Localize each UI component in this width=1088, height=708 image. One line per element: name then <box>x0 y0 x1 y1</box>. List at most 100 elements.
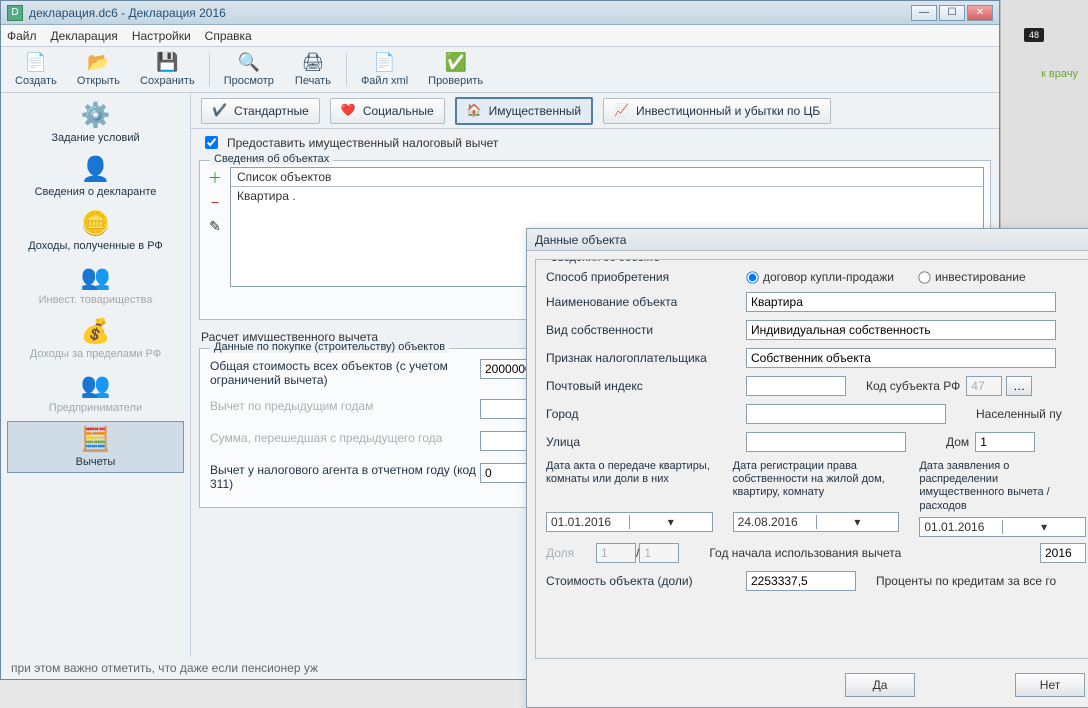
toolbar-preview[interactable]: 🔍 Просмотр <box>214 49 284 90</box>
date-app-field[interactable]: 01.01.2016 ▾ <box>919 517 1086 537</box>
chevron-down-icon[interactable]: ▾ <box>816 515 899 529</box>
person-icon: 👤 <box>81 158 111 182</box>
coins-icon: 🪙 <box>81 212 111 236</box>
chevron-down-icon[interactable]: ▾ <box>629 515 712 529</box>
menu-settings[interactable]: Настройки <box>132 29 191 43</box>
regioncode-label: Код субъекта РФ <box>866 379 960 393</box>
standard-icon: ✔️ <box>212 103 228 119</box>
obj-name-input[interactable] <box>746 292 1056 312</box>
prev-years-label: Вычет по предыдущим годам <box>210 399 480 413</box>
acq-radio-invest[interactable]: инвестирование <box>918 270 1026 284</box>
entrepreneurs-icon: 👥 <box>81 374 111 398</box>
house-label: Дом <box>946 435 969 449</box>
menu-file[interactable]: Файл <box>7 29 37 43</box>
nav-income-foreign: 💰 Доходы за пределами РФ <box>7 313 185 365</box>
cost-input[interactable] <box>746 571 856 591</box>
tab-property[interactable]: 🏠 Имущественный <box>455 97 593 125</box>
conditions-icon: ⚙️ <box>81 104 111 128</box>
window-title: декларация.dc6 - Декларация 2016 <box>29 6 226 20</box>
menubar: Файл Декларация Настройки Справка <box>1 25 999 47</box>
dialog-yes-button[interactable]: Да <box>845 673 915 697</box>
dialog-no-button[interactable]: Нет <box>1015 673 1085 697</box>
date-reg-caption: Дата регистрации права собственности на … <box>733 460 900 508</box>
street-label: Улица <box>546 435 746 449</box>
toolbar-check[interactable]: ✅ Проверить <box>418 49 493 90</box>
remove-object-icon[interactable]: − <box>206 193 224 211</box>
preview-icon: 🔍 <box>238 52 260 73</box>
save-icon: 💾 <box>156 52 178 73</box>
edit-object-icon[interactable]: ✎ <box>206 217 224 235</box>
toolbar-print[interactable]: 🖨 Печать <box>284 49 342 90</box>
investment-icon: 📈 <box>614 103 630 119</box>
taxpayer-input[interactable] <box>746 348 1056 368</box>
share-d-input <box>639 543 679 563</box>
social-icon: ❤️ <box>341 103 357 119</box>
provide-deduction-checkbox[interactable] <box>205 136 218 149</box>
postcode-label: Почтовый индекс <box>546 379 746 393</box>
deductions-icon: 🧮 <box>81 428 111 452</box>
add-object-icon[interactable]: ＋ <box>206 169 224 187</box>
tab-investment[interactable]: 📈 Инвестиционный и убытки по ЦБ <box>603 98 831 124</box>
bg-text: к врачу <box>1041 68 1078 80</box>
menu-help[interactable]: Справка <box>205 29 252 43</box>
date-reg-field[interactable]: 24.08.2016 ▾ <box>733 512 900 532</box>
sidebar: ⚙️ Задание условий 👤 Сведения о декларан… <box>1 93 191 657</box>
regioncode-lookup-button[interactable]: … <box>1006 376 1032 396</box>
invest-icon: 👥 <box>81 266 111 290</box>
date-act-field[interactable]: 01.01.2016 ▾ <box>546 512 713 532</box>
provide-deduction-label: Предоставить имущественный налоговый выч… <box>227 136 498 150</box>
tab-social[interactable]: ❤️ Социальные <box>330 98 445 124</box>
house-icon: 🏠 <box>467 103 483 119</box>
locality-label: Населенный пу <box>976 407 1062 421</box>
date-act-caption: Дата акта о передаче квартиры, комнаты и… <box>546 460 713 508</box>
nav-declarant[interactable]: 👤 Сведения о декларанте <box>7 151 185 203</box>
carry-over-label: Сумма, перешедшая с предыдущего года <box>210 431 480 445</box>
ownership-input[interactable] <box>746 320 1056 340</box>
house-input[interactable] <box>975 432 1035 452</box>
toolbar: 📄 Создать 📂 Открыть 💾 Сохранить 🔍 Просмо… <box>1 47 999 93</box>
toolbar-open[interactable]: 📂 Открыть <box>67 49 130 90</box>
notification-badge: 48 <box>1024 28 1044 42</box>
acq-radio-purchase[interactable]: договор купли-продажи <box>746 270 894 284</box>
street-input[interactable] <box>746 432 906 452</box>
objects-list-header: Список объектов <box>231 168 983 187</box>
objects-legend: Сведения об объектах <box>210 153 333 165</box>
acq-label: Способ приобретения <box>546 270 746 284</box>
objects-list-row[interactable]: Квартира . <box>231 187 983 205</box>
percent-label: Проценты по кредитам за все го <box>876 574 1056 588</box>
tab-standard[interactable]: ✔️ Стандартные <box>201 98 320 124</box>
nav-conditions[interactable]: ⚙️ Задание условий <box>7 97 185 149</box>
city-label: Город <box>546 407 746 421</box>
new-file-icon: 📄 <box>25 52 47 73</box>
maximize-button[interactable]: ☐ <box>939 5 965 21</box>
year-start-input[interactable] <box>1040 543 1086 563</box>
nav-income-rf[interactable]: 🪙 Доходы, полученные в РФ <box>7 205 185 257</box>
date-app-caption: Дата заявления о распределении имуществе… <box>919 460 1086 513</box>
foreign-icon: 💰 <box>81 320 111 344</box>
dialog-title: Данные объекта <box>527 229 1088 251</box>
city-input[interactable] <box>746 404 946 424</box>
toolbar-save[interactable]: 💾 Сохранить <box>130 49 205 90</box>
titlebar: D декларация.dc6 - Декларация 2016 — ☐ ✕ <box>1 1 999 25</box>
year-start-label: Год начала использования вычета <box>709 546 901 560</box>
app-icon: D <box>7 5 23 21</box>
total-cost-label: Общая стоимость всех объектов (с учетом … <box>210 359 480 387</box>
print-icon: 🖨 <box>302 52 325 73</box>
ownership-label: Вид собственности <box>546 323 746 337</box>
calc-legend: Данные по покупке (строительству) объект… <box>210 341 449 353</box>
close-button[interactable]: ✕ <box>967 5 993 21</box>
nav-entrepreneurs: 👥 Предприниматели <box>7 367 185 419</box>
toolbar-create[interactable]: 📄 Создать <box>5 49 67 90</box>
share-label: Доля <box>546 546 596 560</box>
regioncode-input <box>966 376 1002 396</box>
open-folder-icon: 📂 <box>87 52 109 73</box>
minimize-button[interactable]: — <box>911 5 937 21</box>
toolbar-file-xml[interactable]: 📄 Файл xml <box>351 49 418 90</box>
menu-declaration[interactable]: Декларация <box>51 29 118 43</box>
chevron-down-icon[interactable]: ▾ <box>1002 520 1085 534</box>
check-icon: ✅ <box>444 52 466 73</box>
agent-deduction-label: Вычет у налогового агента в отчетном год… <box>210 463 480 491</box>
nav-deductions[interactable]: 🧮 Вычеты <box>7 421 185 473</box>
postcode-input[interactable] <box>746 376 846 396</box>
taxpayer-label: Признак налогоплательщика <box>546 351 746 365</box>
